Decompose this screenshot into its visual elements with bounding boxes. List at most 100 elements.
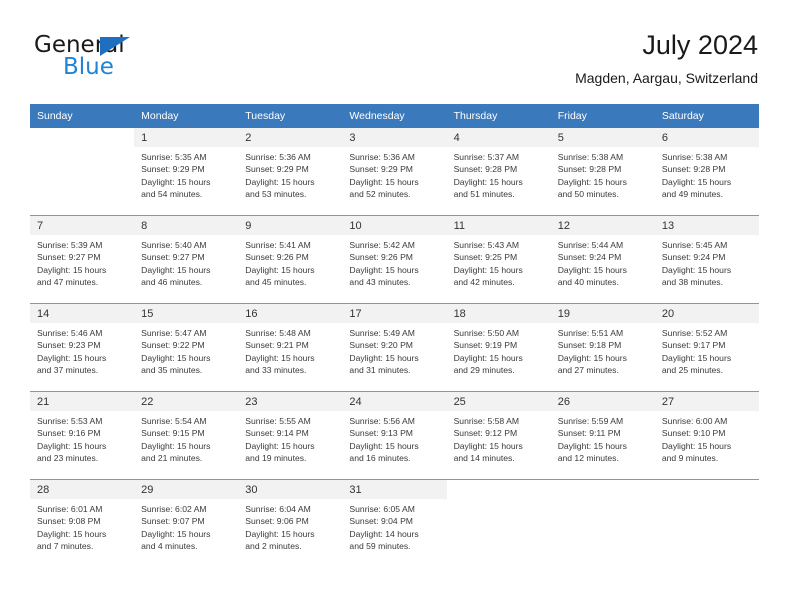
day-number-cell[interactable]: 19 bbox=[550, 303, 655, 323]
weekday-header-wednesday: Wednesday bbox=[342, 104, 447, 128]
day-number-cell[interactable]: 16 bbox=[238, 303, 343, 323]
day-number-cell[interactable]: 25 bbox=[446, 391, 551, 411]
day-number-cell[interactable]: 24 bbox=[342, 391, 447, 411]
day-number-cell[interactable]: 20 bbox=[654, 303, 759, 323]
day-number-cell[interactable]: 26 bbox=[550, 391, 655, 411]
sunrise-text: Sunrise: 5:38 AM bbox=[557, 152, 624, 162]
daylight-text-line1: Daylight: 15 hours bbox=[141, 352, 211, 363]
week-info-row: Sunrise: 5:35 AM Sunset: 9:29 PM Daylight:… bbox=[30, 147, 759, 216]
sunset-text: Sunset: 9:19 PM bbox=[453, 340, 518, 351]
page-header: General Blue July 2024 Magden, Aargau, S… bbox=[34, 28, 758, 98]
daylight-text-line2: and 54 minutes. bbox=[141, 189, 203, 200]
day-number: 21 bbox=[37, 396, 50, 408]
day-info-cell: Sunrise: 6:02 AM Sunset: 9:07 PM Daylight:… bbox=[134, 499, 239, 567]
day-number-cell[interactable]: 14 bbox=[30, 303, 135, 323]
day-number: 27 bbox=[661, 396, 675, 408]
daylight-text-line1: Daylight: 15 hours bbox=[37, 528, 107, 539]
day-number-cell[interactable]: 7 bbox=[30, 215, 135, 235]
sunset-text: Sunset: 9:26 PM bbox=[245, 252, 309, 263]
day-number: 14 bbox=[37, 308, 50, 320]
day-number-cell[interactable]: 6 bbox=[654, 128, 759, 147]
day-info-cell: Sunrise: 5:38 AM Sunset: 9:28 PM Daylight:… bbox=[654, 147, 759, 216]
daylight-text-line1: Daylight: 15 hours bbox=[557, 440, 627, 451]
daylight-text-line1: Daylight: 15 hours bbox=[349, 440, 419, 451]
daylight-text-line2: and 52 minutes. bbox=[349, 189, 411, 200]
daylight-text-line2: and 43 minutes. bbox=[349, 277, 411, 288]
day-info-cell: Sunrise: 5:46 AM Sunset: 9:23 PM Daylight:… bbox=[30, 323, 135, 392]
daylight-text-line2: and 16 minutes. bbox=[349, 453, 411, 464]
sunrise-text: Sunrise: 5:45 AM bbox=[661, 240, 728, 250]
sunset-text: Sunset: 9:29 PM bbox=[141, 164, 205, 175]
day-number: 5 bbox=[557, 132, 564, 144]
day-number-cell[interactable]: 31 bbox=[342, 479, 447, 499]
day-number-cell[interactable]: 29 bbox=[134, 479, 239, 499]
day-number-cell[interactable]: 21 bbox=[30, 391, 135, 411]
weekday-header-monday: Monday bbox=[134, 104, 239, 128]
day-number-cell[interactable]: 18 bbox=[446, 303, 551, 323]
day-number: 1 bbox=[141, 132, 148, 144]
daylight-text-line1: Daylight: 15 hours bbox=[37, 440, 107, 451]
sunset-text: Sunset: 9:08 PM bbox=[37, 516, 101, 527]
daylight-text-line2: and 29 minutes. bbox=[453, 365, 515, 376]
day-number: 2 bbox=[245, 132, 252, 144]
sunset-text: Sunset: 9:12 PM bbox=[453, 428, 518, 439]
sunrise-text: Sunrise: 5:41 AM bbox=[245, 240, 311, 250]
day-number-cell[interactable]: 11 bbox=[446, 215, 551, 235]
sunset-text: Sunset: 9:21 PM bbox=[245, 340, 309, 351]
day-info-cell-empty bbox=[30, 147, 135, 216]
day-number-cell[interactable]: 22 bbox=[134, 391, 239, 411]
sunset-text: Sunset: 9:14 PM bbox=[245, 428, 309, 439]
day-number: 10 bbox=[349, 220, 362, 232]
day-info-cell: Sunrise: 5:56 AM Sunset: 9:13 PM Daylight:… bbox=[342, 411, 447, 480]
day-number: 22 bbox=[141, 396, 154, 408]
daylight-text-line1: Daylight: 15 hours bbox=[245, 352, 315, 363]
day-number-cell[interactable]: 13 bbox=[654, 215, 759, 235]
day-info-cell: Sunrise: 5:53 AM Sunset: 9:16 PM Daylight:… bbox=[30, 411, 135, 480]
day-number-cell[interactable]: 3 bbox=[342, 128, 447, 147]
sunrise-text: Sunrise: 6:02 AM bbox=[141, 504, 207, 514]
day-cell-empty bbox=[30, 128, 135, 147]
sunset-text: Sunset: 9:17 PM bbox=[661, 340, 726, 351]
sunset-text: Sunset: 9:28 PM bbox=[557, 164, 622, 175]
day-number-cell[interactable]: 9 bbox=[238, 215, 343, 235]
day-number-cell[interactable]: 12 bbox=[550, 215, 655, 235]
day-number-cell[interactable]: 23 bbox=[238, 391, 343, 411]
sunrise-text: Sunrise: 5:46 AM bbox=[37, 328, 103, 338]
day-number-cell[interactable]: 27 bbox=[654, 391, 759, 411]
day-number-cell[interactable]: 2 bbox=[238, 128, 343, 147]
day-cell-empty bbox=[550, 479, 655, 499]
daylight-text-line2: and 40 minutes. bbox=[557, 277, 619, 288]
daylight-text-line2: and 59 minutes. bbox=[349, 541, 411, 552]
day-number-cell[interactable]: 10 bbox=[342, 215, 447, 235]
general-blue-logo[interactable]: General Blue bbox=[34, 32, 214, 88]
sunrise-text: Sunrise: 5:48 AM bbox=[245, 328, 311, 338]
day-number-cell[interactable]: 30 bbox=[238, 479, 343, 499]
day-number-cell[interactable]: 4 bbox=[446, 128, 551, 147]
day-info-cell: Sunrise: 5:38 AM Sunset: 9:28 PM Daylight:… bbox=[550, 147, 655, 216]
day-number-cell[interactable]: 1 bbox=[134, 128, 239, 147]
day-info-cell: Sunrise: 5:42 AM Sunset: 9:26 PM Daylight:… bbox=[342, 235, 447, 304]
day-number: 13 bbox=[661, 220, 675, 232]
day-number-cell[interactable]: 15 bbox=[134, 303, 239, 323]
sunrise-text: Sunrise: 5:39 AM bbox=[37, 240, 103, 250]
daylight-text-line1: Daylight: 15 hours bbox=[349, 176, 419, 187]
day-number-cell[interactable]: 5 bbox=[550, 128, 655, 147]
day-number: 3 bbox=[349, 132, 356, 144]
week-info-row: Sunrise: 5:39 AM Sunset: 9:27 PM Daylight:… bbox=[30, 235, 759, 304]
weekday-header-thursday: Thursday bbox=[446, 104, 551, 128]
day-number: 20 bbox=[661, 308, 675, 320]
daylight-text-line1: Daylight: 15 hours bbox=[557, 264, 627, 275]
day-number-cell[interactable]: 8 bbox=[134, 215, 239, 235]
sunset-text: Sunset: 9:27 PM bbox=[141, 252, 205, 263]
sunrise-text: Sunrise: 5:36 AM bbox=[349, 152, 415, 162]
week-daynum-row: 28 29 30 31 bbox=[30, 479, 759, 499]
day-info-cell-empty bbox=[446, 499, 551, 567]
daylight-text-line1: Daylight: 15 hours bbox=[661, 352, 732, 363]
day-number: 18 bbox=[453, 308, 466, 320]
day-number-cell[interactable]: 17 bbox=[342, 303, 447, 323]
day-info-cell: Sunrise: 5:37 AM Sunset: 9:28 PM Daylight:… bbox=[446, 147, 551, 216]
day-number: 26 bbox=[557, 396, 570, 408]
day-number: 11 bbox=[453, 220, 465, 232]
day-number: 7 bbox=[37, 220, 44, 232]
day-number-cell[interactable]: 28 bbox=[30, 479, 135, 499]
